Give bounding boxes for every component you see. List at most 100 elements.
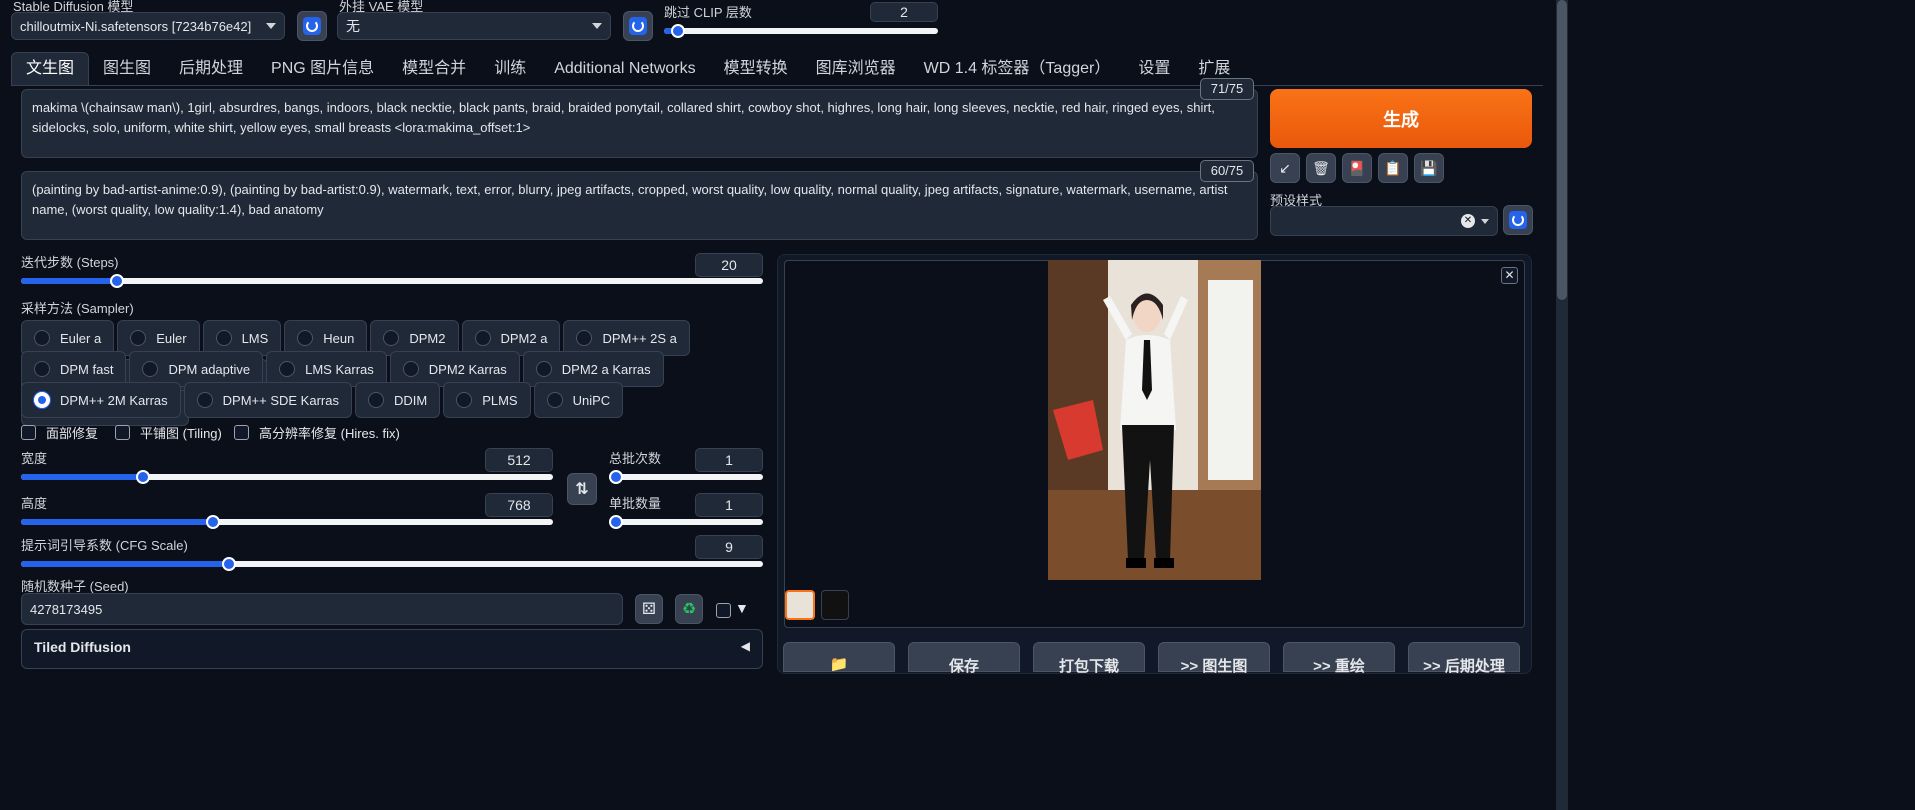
dice-icon[interactable]: ⚄	[635, 594, 663, 624]
styles-refresh-button[interactable]	[1503, 205, 1533, 235]
batch-size-track	[609, 519, 763, 525]
model-value: chilloutmix-Ni.safetensors [7234b76e42]	[20, 18, 252, 34]
generated-image[interactable]	[1048, 260, 1261, 580]
radio-dot[interactable]	[34, 392, 50, 408]
radio-dot[interactable]	[34, 330, 50, 346]
radio-dot[interactable]	[196, 392, 213, 408]
width-thumb[interactable]	[136, 470, 151, 484]
vae-refresh-button[interactable]	[623, 11, 653, 41]
tab-5[interactable]: 训练	[480, 53, 540, 85]
arrow-icon[interactable]: ↙	[1270, 153, 1300, 183]
tab-6[interactable]: Additional Networks	[540, 53, 709, 85]
generate-button[interactable]: 生成	[1270, 89, 1532, 148]
tab-10[interactable]: 设置	[1124, 53, 1184, 85]
height-thumb[interactable]	[205, 515, 220, 529]
thumbnail-2[interactable]	[821, 590, 849, 620]
batch-size-input[interactable]: 1	[695, 493, 763, 517]
radio-dot[interactable]	[297, 330, 314, 346]
radio-dot[interactable]	[279, 361, 296, 377]
steps-slider[interactable]	[21, 274, 763, 288]
clip-value-input[interactable]: 2	[870, 2, 938, 22]
batch-count-input[interactable]: 1	[695, 448, 763, 472]
prompt-token-counter: 71/75	[1200, 78, 1254, 100]
height-track	[21, 519, 553, 525]
radio-dot[interactable]	[456, 392, 473, 408]
radio-dot[interactable]	[215, 330, 232, 346]
output-action-button[interactable]: >> 后期处理	[1408, 642, 1520, 675]
seed-input[interactable]: 4278173495	[21, 593, 623, 625]
tab-1[interactable]: 图生图	[89, 53, 165, 85]
tab-2[interactable]: 后期处理	[165, 53, 257, 85]
sampler-option[interactable]: UniPC	[533, 382, 624, 418]
sampler-option[interactable]: DPM++ SDE Karras	[183, 382, 352, 418]
radio-dot[interactable]	[142, 361, 159, 377]
scrollbar-thumb[interactable]	[1557, 0, 1567, 300]
styles-select[interactable]: ✕	[1270, 206, 1498, 236]
face-restore-checkbox[interactable]: 面部修复	[21, 423, 98, 442]
clear-icon[interactable]: ✕	[1461, 214, 1475, 228]
radio-dot[interactable]	[402, 361, 419, 377]
output-action-button[interactable]: >> 重绘	[1283, 642, 1395, 675]
steps-input[interactable]: 20	[695, 253, 763, 277]
expand-triangle-icon[interactable]: ▼	[735, 600, 749, 616]
tab-0[interactable]: 文生图	[11, 52, 90, 85]
tab-9[interactable]: WD 1.4 标签器（Tagger）	[910, 53, 1125, 85]
radio-dot[interactable]	[367, 392, 384, 408]
height-slider[interactable]	[21, 515, 553, 529]
model-select[interactable]: chilloutmix-Ni.safetensors [7234b76e42]	[11, 12, 285, 40]
recycle-icon[interactable]: ♻	[675, 594, 703, 624]
radio-dot[interactable]	[474, 330, 491, 346]
tab-7[interactable]: 模型转换	[710, 53, 802, 85]
clip-thumb[interactable]	[670, 24, 685, 38]
thumbnail-1[interactable]	[785, 590, 815, 620]
output-action-button[interactable]: 打包下载	[1033, 642, 1145, 675]
model-refresh-button[interactable]	[297, 11, 327, 41]
vae-select[interactable]: 无	[337, 12, 611, 40]
radio-dot[interactable]	[546, 392, 563, 408]
radio-dot[interactable]	[535, 361, 552, 377]
sampler-option[interactable]: DPM++ 2M Karras	[21, 382, 181, 418]
negative-prompt-textarea[interactable]: (painting by bad-artist-anime:0.9), (pai…	[21, 171, 1258, 240]
tab-4[interactable]: 模型合并	[388, 53, 480, 85]
extra-seed-checkbox[interactable]	[716, 603, 731, 618]
hires-checkbox[interactable]: 高分辨率修复 (Hires. fix)	[234, 423, 400, 442]
clip-slider[interactable]	[664, 24, 938, 38]
steps-thumb[interactable]	[110, 274, 125, 288]
sampler-option-label: DPM2 a	[500, 330, 548, 346]
tiled-diffusion-accordion[interactable]: Tiled Diffusion ◀	[21, 629, 763, 669]
radio-dot[interactable]	[34, 361, 50, 377]
checkbox-box[interactable]	[21, 425, 36, 440]
radio-dot[interactable]	[576, 330, 593, 346]
output-action-button[interactable]: >> 图生图	[1158, 642, 1270, 675]
close-icon[interactable]: ✕	[1501, 267, 1518, 284]
card-icon[interactable]: 🎴	[1342, 153, 1372, 183]
save-icon[interactable]: 💾	[1414, 153, 1444, 183]
tiling-checkbox[interactable]: 平铺图 (Tiling)	[115, 423, 222, 442]
batch-size-slider[interactable]	[608, 515, 763, 529]
swap-dimensions-button[interactable]: ⇅	[567, 473, 597, 505]
steps-track	[21, 278, 763, 284]
sampler-option[interactable]: DDIM	[354, 382, 441, 418]
width-slider[interactable]	[21, 470, 553, 484]
checkbox-box[interactable]	[234, 425, 249, 440]
clipboard-icon[interactable]: 📋	[1378, 153, 1408, 183]
trash-icon[interactable]: 🗑	[1306, 153, 1336, 183]
cfg-slider[interactable]	[21, 557, 763, 571]
radio-dot[interactable]	[383, 330, 400, 346]
tab-8[interactable]: 图库浏览器	[802, 53, 910, 85]
output-action-button[interactable]: 保存	[908, 642, 1020, 675]
cfg-thumb[interactable]	[221, 557, 236, 571]
clip-label: 跳过 CLIP 层数	[664, 5, 752, 20]
height-input[interactable]: 768	[485, 493, 553, 517]
radio-dot[interactable]	[130, 330, 147, 346]
output-action-button[interactable]: 📁	[783, 642, 895, 673]
prompt-textarea[interactable]: makima \(chainsaw man\), 1girl, absurdre…	[21, 89, 1258, 158]
cfg-input[interactable]: 9	[695, 535, 763, 559]
sampler-option[interactable]: PLMS	[443, 382, 531, 418]
tab-3[interactable]: PNG 图片信息	[257, 53, 388, 85]
width-input[interactable]: 512	[485, 448, 553, 472]
batch-size-thumb[interactable]	[608, 515, 623, 529]
checkbox-box[interactable]	[115, 425, 130, 440]
batch-count-thumb[interactable]	[608, 470, 623, 484]
batch-count-slider[interactable]	[608, 470, 763, 484]
